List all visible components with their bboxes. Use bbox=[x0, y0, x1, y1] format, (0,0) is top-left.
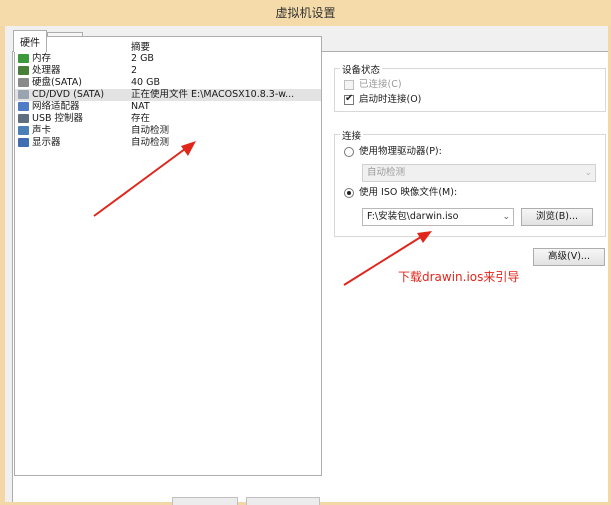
cd-dvd-icon bbox=[18, 90, 29, 99]
device-summary: 自动检测 bbox=[131, 125, 170, 136]
device-name: 显示器 bbox=[32, 137, 61, 148]
device-row[interactable]: 声卡 自动检测 bbox=[15, 125, 321, 137]
iso-path-value: F:\安装包\darwin.iso bbox=[367, 211, 459, 222]
device-row[interactable]: 硬盘(SATA) 40 GB bbox=[15, 77, 321, 89]
iso-path-combo[interactable]: F:\安装包\darwin.iso ⌄ bbox=[362, 208, 514, 226]
connect-at-power-on-label: 启动时连接(O) bbox=[359, 94, 422, 105]
device-summary: 正在使用文件 E:\MACOSX10.8.3-w... bbox=[131, 89, 295, 100]
connect-at-power-on-checkbox[interactable] bbox=[344, 93, 354, 105]
tab-hardware[interactable]: 硬件 bbox=[13, 30, 47, 52]
device-name: 内存 bbox=[32, 53, 52, 64]
device-row[interactable]: 内存 2 GB bbox=[15, 53, 321, 65]
advanced-button[interactable]: 高级(V)... bbox=[533, 248, 605, 266]
network-adapter-icon bbox=[18, 102, 29, 111]
iso-image-radio[interactable] bbox=[344, 188, 354, 198]
memory-icon bbox=[18, 54, 29, 63]
window-title: 虚拟机设置 bbox=[275, 6, 336, 20]
device-list-header: 设备 摘要 bbox=[15, 37, 321, 53]
chevron-down-icon: ⌄ bbox=[584, 168, 592, 178]
device-list[interactable]: 设备 摘要 内存2 GB处理器2硬盘(SATA)40 GBCD/DVD (SAT… bbox=[14, 36, 322, 476]
column-header-summary[interactable]: 摘要 bbox=[131, 39, 150, 53]
device-summary: 2 bbox=[131, 65, 138, 76]
device-summary: 40 GB bbox=[131, 77, 160, 88]
device-name: USB 控制器 bbox=[32, 113, 84, 124]
iso-image-label: 使用 ISO 映像文件(M): bbox=[359, 187, 458, 198]
device-summary: NAT bbox=[131, 101, 150, 112]
connected-label: 已连接(C) bbox=[359, 79, 402, 90]
title-bar[interactable]: 虚拟机设置 bbox=[0, 0, 611, 26]
chevron-down-icon[interactable]: ⌄ bbox=[502, 209, 510, 225]
sound-card-icon bbox=[18, 126, 29, 135]
device-row[interactable]: CD/DVD (SATA) 正在使用文件 E:\MACOSX10.8.3-w... bbox=[15, 89, 321, 101]
connection-title: 连接 bbox=[340, 128, 364, 142]
device-row[interactable]: 显示器 自动检测 bbox=[15, 137, 321, 149]
device-name: 网络适配器 bbox=[32, 101, 80, 112]
usb-controller-icon bbox=[18, 114, 29, 123]
device-name: CD/DVD (SATA) bbox=[32, 89, 105, 100]
device-row[interactable]: USB 控制器 存在 bbox=[15, 113, 321, 125]
browse-button[interactable]: 浏览(B)... bbox=[521, 208, 593, 226]
hard-disk-icon bbox=[18, 78, 29, 87]
device-name: 声卡 bbox=[32, 125, 52, 136]
device-name: 处理器 bbox=[32, 65, 61, 76]
device-summary: 2 GB bbox=[131, 53, 154, 64]
bottom-button-remove[interactable] bbox=[246, 497, 320, 505]
processor-icon bbox=[18, 66, 29, 75]
device-name: 硬盘(SATA) bbox=[32, 77, 82, 88]
display-icon bbox=[18, 138, 29, 147]
bottom-button-add[interactable] bbox=[172, 497, 238, 505]
physical-drive-select-value: 自动检测 bbox=[367, 167, 406, 178]
device-summary: 自动检测 bbox=[131, 137, 170, 148]
device-row[interactable]: 网络适配器 NAT bbox=[15, 101, 321, 113]
physical-drive-radio[interactable] bbox=[344, 147, 354, 157]
physical-drive-select[interactable]: 自动检测 ⌄ bbox=[362, 164, 596, 182]
annotation-text: 下载drawin.ios来引导 bbox=[398, 270, 520, 284]
device-row[interactable]: 处理器 2 bbox=[15, 65, 321, 77]
physical-drive-label: 使用物理驱动器(P): bbox=[359, 146, 442, 157]
device-summary: 存在 bbox=[131, 113, 151, 124]
connected-checkbox[interactable] bbox=[344, 80, 354, 90]
device-status-title: 设备状态 bbox=[340, 62, 383, 76]
